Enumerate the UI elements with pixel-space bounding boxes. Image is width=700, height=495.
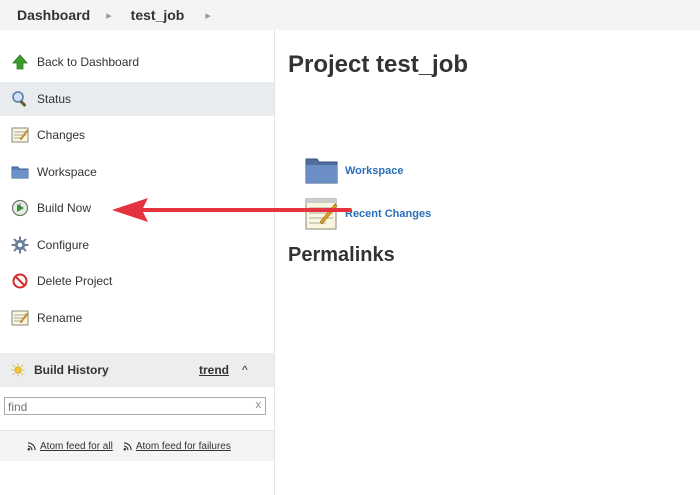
task-status[interactable]: Status [0, 82, 274, 116]
collapse-caret-icon[interactable]: ^ [242, 363, 248, 377]
page-title: Project test_job [288, 51, 469, 78]
task-configure[interactable]: Configure [0, 228, 274, 262]
task-workspace[interactable]: Workspace [0, 155, 274, 189]
folder-icon [10, 162, 30, 182]
atom-feed-failures-link[interactable]: Atom feed for failures [136, 441, 231, 452]
task-label: Workspace [37, 165, 97, 179]
notepad-icon [10, 308, 30, 328]
task-label: Rename [37, 311, 83, 325]
task-label: Changes [37, 128, 86, 142]
up-arrow-icon [10, 52, 30, 72]
atom-feed-all-link[interactable]: Atom feed for all [40, 441, 113, 452]
breadcrumb-chevron-icon[interactable]: ▸ [106, 9, 112, 22]
main-link-label: Recent Changes [345, 208, 432, 220]
annotation-arrow-icon [112, 198, 352, 222]
magnifier-icon [10, 89, 30, 109]
build-history-title: Build History [34, 363, 109, 377]
breadcrumb-chevron-icon[interactable]: ▸ [205, 9, 211, 22]
rss-icon [27, 441, 36, 451]
main-link-label: Workspace [345, 165, 404, 177]
no-entry-icon [10, 271, 30, 291]
main-link-workspace[interactable]: Workspace [304, 153, 404, 189]
task-delete-project[interactable]: Delete Project [0, 264, 274, 298]
task-label: Back to Dashboard [37, 55, 140, 69]
build-history-header: Build History trend ^ [0, 353, 274, 387]
sidebar: Back to Dashboard Status Changes Workspa… [0, 30, 275, 495]
build-search-input[interactable] [5, 399, 245, 415]
gear-icon [10, 235, 30, 255]
task-rename[interactable]: Rename [0, 301, 274, 335]
task-back-to-dashboard[interactable]: Back to Dashboard [0, 45, 274, 79]
task-changes[interactable]: Changes [0, 118, 274, 152]
task-label: Delete Project [37, 274, 113, 288]
build-history-search: x [4, 397, 266, 415]
atom-feeds: Atom feed for all Atom feed for failures [0, 430, 274, 461]
breadcrumb-test-job[interactable]: test_job [131, 7, 185, 23]
sun-icon [11, 363, 25, 377]
clear-search-icon[interactable]: x [256, 399, 262, 411]
permalinks-heading: Permalinks [288, 244, 395, 266]
task-label: Build Now [37, 201, 92, 215]
task-label: Configure [37, 238, 90, 252]
breadcrumb-dashboard[interactable]: Dashboard [0, 7, 90, 23]
task-label: Status [37, 92, 72, 106]
folder-icon [304, 153, 340, 189]
notepad-icon [10, 125, 30, 145]
breadcrumb: Dashboard ▸ test_job ▸ [0, 0, 700, 30]
rss-icon [123, 441, 132, 451]
trend-link[interactable]: trend [199, 363, 229, 377]
build-clock-icon [10, 198, 30, 218]
